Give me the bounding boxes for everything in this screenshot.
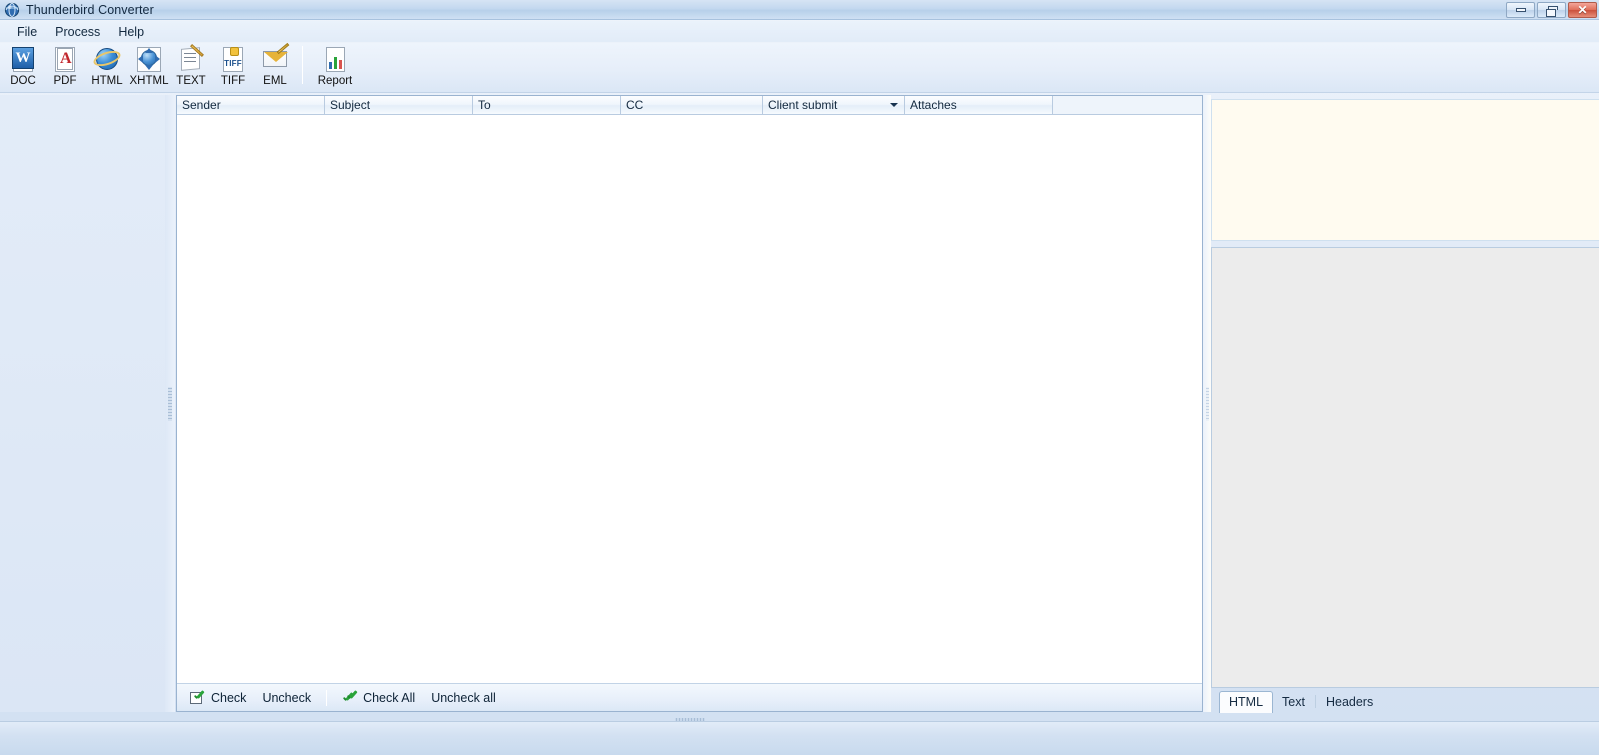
word-letter: W: [12, 47, 34, 69]
application-window: Thunderbird Converter ✕ File Process Hel…: [0, 0, 1599, 755]
toolbar-button-report[interactable]: Report: [309, 43, 361, 91]
thunderbird-globe-icon: [4, 2, 20, 18]
column-header-subject[interactable]: Subject: [325, 96, 473, 114]
check-all-button-label: Check All: [363, 690, 416, 705]
message-list-panel: Sender Subject To CC Client submit Attac…: [176, 95, 1203, 712]
toolbar-button-text[interactable]: TEXT: [170, 43, 212, 91]
column-header-subject-label: Subject: [330, 98, 371, 112]
title-bar: Thunderbird Converter ✕: [0, 0, 1599, 20]
column-header-filler: [1053, 96, 1202, 114]
toolbar-label-eml: EML: [263, 75, 287, 87]
uncheck-all-button[interactable]: Uncheck all: [426, 689, 501, 707]
tab-headers[interactable]: Headers: [1317, 692, 1382, 712]
tiff-badge-text: TIFF: [224, 59, 242, 68]
restore-button[interactable]: [1537, 2, 1566, 18]
internet-explorer-icon: [91, 46, 123, 74]
column-header-to-label: To: [478, 98, 491, 112]
uncheck-button[interactable]: Uncheck: [257, 689, 316, 707]
message-header-preview: [1211, 99, 1599, 241]
message-body-preview: [1211, 247, 1599, 688]
menu-item-help[interactable]: Help: [109, 23, 153, 41]
toolbar-label-text: TEXT: [176, 75, 206, 87]
tab-html-label: HTML: [1229, 695, 1264, 709]
check-button-label: Check: [211, 690, 247, 705]
restore-icon: [1546, 5, 1558, 17]
tab-separator: [1314, 695, 1316, 708]
close-icon: ✕: [1577, 3, 1588, 17]
email-envelope-icon: [260, 42, 290, 74]
column-header-to[interactable]: To: [473, 96, 621, 114]
left-folder-pane[interactable]: [0, 95, 165, 712]
double-check-icon: [342, 691, 358, 705]
window-controls: ✕: [1506, 2, 1597, 18]
preview-panel: HTML Text Headers: [1211, 95, 1599, 713]
close-button[interactable]: ✕: [1568, 2, 1597, 18]
chevron-down-icon[interactable]: [890, 103, 898, 107]
uncheck-all-button-label: Uncheck all: [431, 690, 496, 705]
toolbar-separator: [302, 46, 303, 84]
toolbar-button-tiff[interactable]: TIFF TIFF: [212, 43, 254, 91]
message-list-rows[interactable]: [177, 115, 1202, 683]
column-header-cc[interactable]: CC: [621, 96, 763, 114]
message-list-column-headers: Sender Subject To CC Client submit Attac…: [177, 96, 1202, 115]
report-chart-icon: [320, 46, 350, 74]
xhtml-globe-icon: [134, 46, 164, 74]
toolbar-button-html[interactable]: HTML: [86, 43, 128, 91]
uncheck-button-label: Uncheck: [262, 690, 312, 705]
status-bar: [0, 721, 1599, 755]
checkbox-checked-icon: [190, 691, 206, 705]
toolbar-button-xhtml[interactable]: XHTML: [128, 43, 170, 91]
menu-bar: File Process Help: [0, 21, 1599, 42]
toolbar-button-pdf[interactable]: PDF: [44, 43, 86, 91]
toolbar-button-doc[interactable]: W DOC: [2, 43, 44, 91]
toolbar-label-tiff: TIFF: [220, 75, 246, 87]
pdf-document-icon: [50, 46, 80, 74]
toolbar-label-xhtml: XHTML: [129, 75, 169, 87]
window-title: Thunderbird Converter: [26, 2, 154, 17]
right-vertical-splitter[interactable]: [1203, 95, 1211, 712]
main-toolbar: W DOC PDF HTML: [0, 42, 1599, 93]
column-header-attaches-label: Attaches: [910, 98, 957, 112]
message-list-footer-toolbar: Check Uncheck Check All Uncheck all: [177, 683, 1202, 711]
column-header-attaches[interactable]: Attaches: [905, 96, 1053, 114]
tab-text-label: Text: [1282, 695, 1305, 709]
minimize-button[interactable]: [1506, 2, 1535, 18]
toolbar-label-doc: DOC: [10, 75, 36, 87]
splitter-grip-icon: [1205, 386, 1209, 421]
footer-separator: [326, 689, 328, 706]
column-header-sender-label: Sender: [182, 98, 221, 112]
column-header-client-submit-label: Client submit: [768, 98, 838, 112]
tab-headers-label: Headers: [1325, 695, 1374, 709]
menu-item-process[interactable]: Process: [46, 23, 109, 41]
tab-text[interactable]: Text: [1273, 692, 1314, 712]
left-vertical-splitter[interactable]: [165, 95, 175, 712]
minimize-icon: [1515, 8, 1526, 12]
toolbar-label-report: Report: [317, 75, 353, 87]
toolbar-label-html: HTML: [91, 75, 123, 87]
check-all-button[interactable]: Check All: [337, 689, 420, 707]
menu-item-file[interactable]: File: [8, 23, 46, 41]
column-header-cc-label: CC: [626, 98, 644, 112]
text-document-pencil-icon: [176, 44, 206, 74]
check-button[interactable]: Check: [185, 689, 251, 707]
toolbar-button-eml[interactable]: EML: [254, 42, 296, 91]
splitter-grip-icon: [168, 386, 172, 421]
word-document-icon: W: [8, 46, 38, 74]
preview-tab-strip: HTML Text Headers: [1219, 691, 1599, 713]
column-header-sender[interactable]: Sender: [177, 96, 325, 114]
tiff-document-icon: TIFF: [218, 46, 248, 74]
tab-html[interactable]: HTML: [1219, 691, 1274, 713]
toolbar-label-pdf: PDF: [53, 75, 77, 87]
column-header-client-submit[interactable]: Client submit: [763, 96, 905, 114]
